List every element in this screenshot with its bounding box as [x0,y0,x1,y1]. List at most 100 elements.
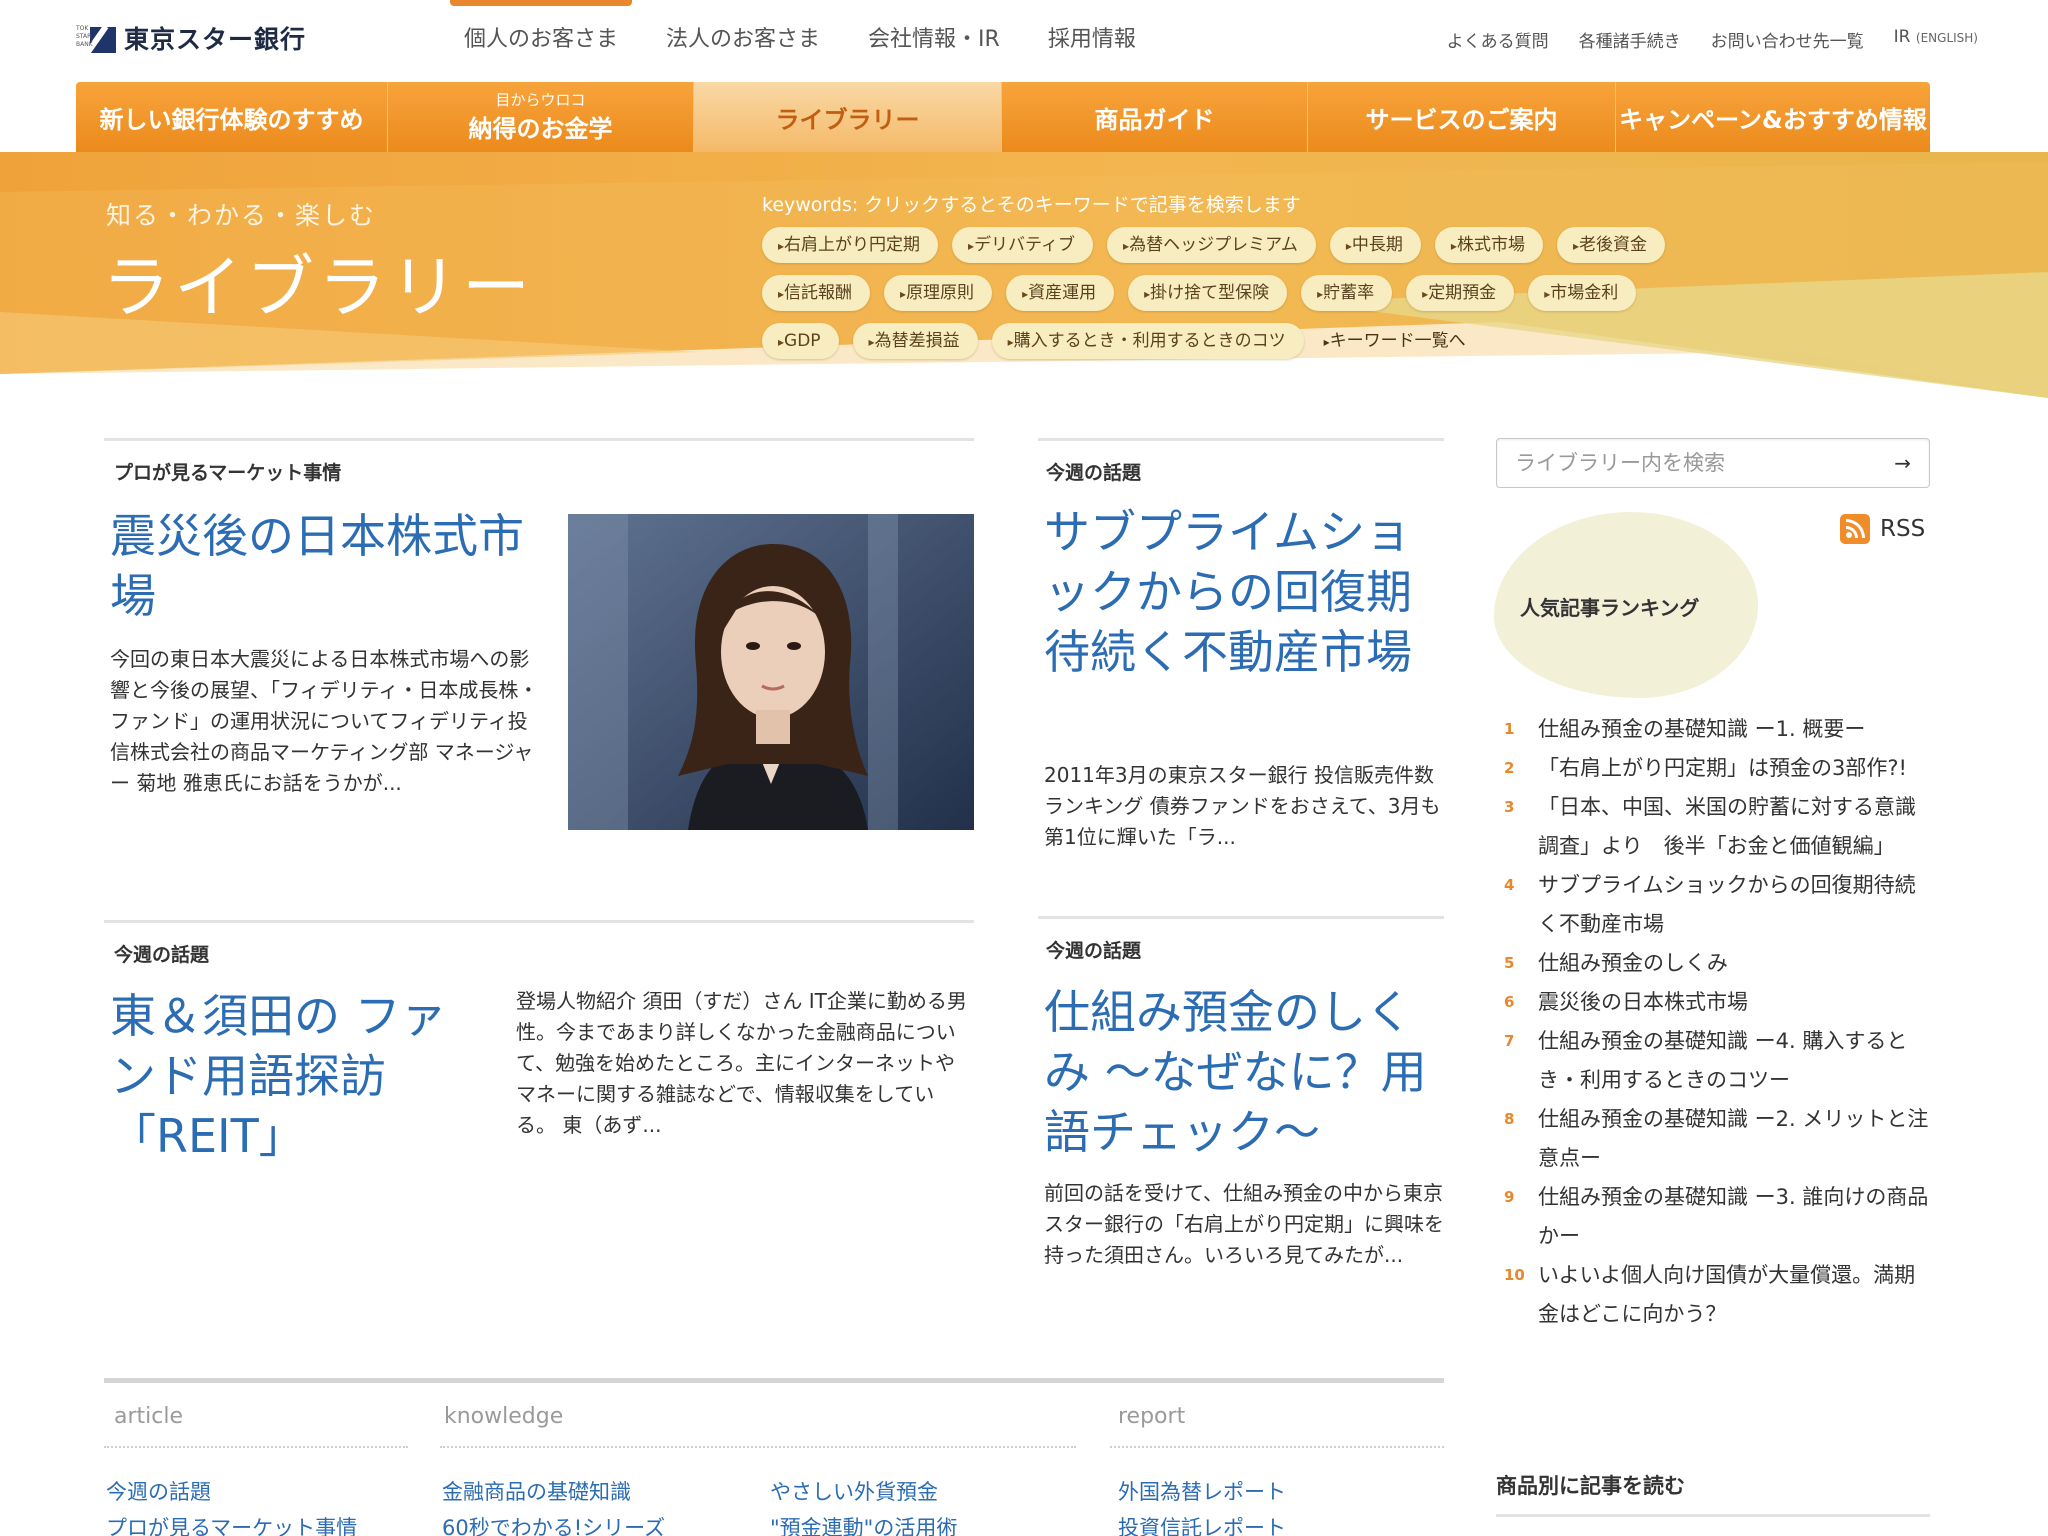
ranking-link[interactable]: 「右肩上がり円定期」は預金の3部作?! [1538,749,1930,788]
main-nav-library[interactable]: ライブラリー [694,82,1002,152]
brand-logo[interactable]: TOK STAR BANK 東京スター銀行 [76,20,307,60]
faq-link[interactable]: よくある質問 [1447,27,1549,52]
keyword-chip[interactable]: デリバティブ [952,227,1094,263]
procedures-link[interactable]: 各種諸手続き [1579,27,1681,52]
rss-icon [1840,514,1870,544]
ranking-item[interactable]: 4 サブプライムショックからの回復期待続く不動産市場 [1500,866,1930,944]
ranking-item[interactable]: 8 仕組み預金の基礎知識 ー2. メリットと注意点ー [1500,1100,1930,1178]
article-1-section[interactable]: プロが見るマーケット事情 [114,458,341,485]
ranking-item[interactable]: 10 いよいよ個人向け国債が大量償還。満期金はどこに向かう？ [1500,1256,1930,1334]
keyword-chip[interactable]: 中長期 [1329,227,1421,263]
footer-link[interactable]: "預金連動"の活用術 [770,1512,957,1536]
main-nav-label: キャンペーン&おすすめ情報 [1619,105,1927,134]
keyword-row-3: GDP 為替差損益 購入するとき・利用するときのコツ キーワード一覧へ [762,323,1466,359]
main-nav-product-guide[interactable]: 商品ガイド [1002,82,1308,152]
article-3-excerpt: 登場人物紹介 須田（すだ）さん IT企業に勤める男性。今まであまり詳しくなかった… [516,989,967,1137]
ranking-link[interactable]: 「日本、中国、米国の貯蓄に対する意識調査」より 後半「お金と価値観編」 [1538,788,1930,866]
keyword-list-link[interactable]: キーワード一覧へ [1318,323,1466,359]
article-3-section[interactable]: 今週の話題 [114,940,209,967]
ranking-link[interactable]: 震災後の日本株式市場 [1538,983,1930,1022]
main-nav-campaigns[interactable]: キャンペーン&おすすめ情報 [1616,82,1930,152]
portrait-image [568,514,974,830]
keyword-chip[interactable]: 老後資金 [1556,227,1665,263]
ranking-link[interactable]: 仕組み預金の基礎知識 ー3. 誰向けの商品かー [1538,1178,1930,1256]
footer-dotted-rule [1110,1446,1444,1448]
global-nav-corporate[interactable]: 法人のお客さま [642,0,844,78]
article-2-title[interactable]: サブプライムショックからの回復期待続く不動産市場 [1044,502,1440,682]
main-nav-label: 納得のお金学 [468,114,613,143]
footer-link[interactable]: 金融商品の基礎知識 [442,1476,631,1506]
ranking-item[interactable]: 2 「右肩上がり円定期」は預金の3部作?! [1500,749,1930,788]
library-search-input[interactable] [1515,439,1875,487]
keyword-chip[interactable]: 掛け捨て型保険 [1128,275,1288,311]
ranking-item[interactable]: 5 仕組み預金のしくみ [1500,944,1930,983]
footer-link[interactable]: 外国為替レポート [1118,1476,1286,1506]
keyword-chip[interactable]: 為替ヘッジプレミアム [1107,227,1316,263]
keyword-chip[interactable]: GDP [762,323,839,359]
ranking-item[interactable]: 1 仕組み預金の基礎知識 ー1. 概要ー [1500,710,1930,749]
article-3-title[interactable]: 東＆須田の ファンド用語探訪「REIT」 [110,986,490,1166]
article-1-title[interactable]: 震災後の日本株式市場 [110,506,556,626]
main-nav-services[interactable]: サービスのご案内 [1308,82,1616,152]
search-submit-arrow-icon[interactable]: → [1894,451,1911,475]
ranking-link[interactable]: 仕組み預金のしくみ [1538,944,1930,983]
article-4-title[interactable]: 仕組み預金のしくみ ～なぜなに？用語チェック～ [1044,982,1444,1162]
ranking-number: 10 [1504,1266,1525,1284]
global-nav-recruit[interactable]: 採用情報 [1024,0,1160,78]
brand-name: 東京スター銀行 [124,25,307,54]
article-4-section[interactable]: 今週の話題 [1046,936,1141,963]
ranking-item[interactable]: 7 仕組み預金の基礎知識 ー4. 購入するとき・利用するときのコツー [1500,1022,1930,1100]
keyword-row-2: 信託報酬 原理原則 資産運用 掛け捨て型保険 貯蓄率 定期預金 市場金利 [762,275,1637,311]
main-nav: 新しい銀行体験のすすめ 目からウロコ 納得のお金学 ライブラリー 商品ガイド サ… [76,82,1930,152]
ranking-number: 5 [1504,954,1515,972]
ranking-item[interactable]: 6 震災後の日本株式市場 [1500,983,1930,1022]
global-nav-company-ir[interactable]: 会社情報・IR [844,0,1024,78]
keyword-chip[interactable]: 定期預金 [1406,275,1515,311]
by-category-divider [1496,1514,1930,1517]
footer-link[interactable]: 今週の話題 [106,1476,211,1506]
keyword-chip[interactable]: 右肩上がり円定期 [762,227,939,263]
keyword-chip[interactable]: 原理原則 [884,275,993,311]
ranking-title: 人気記事ランキング [1520,596,1700,620]
keyword-chip[interactable]: 資産運用 [1006,275,1115,311]
keywords-caption: keywords: クリックするとそのキーワードで記事を検索します [762,194,1301,216]
footer-link[interactable]: プロが見るマーケット事情 [106,1512,357,1536]
main-nav-new-banking[interactable]: 新しい銀行体験のすすめ [76,82,388,152]
footer-link[interactable]: 60秒でわかる!シリーズ [442,1512,665,1536]
section-divider [1038,438,1444,441]
ir-label: IR [1893,27,1911,47]
article-2-section[interactable]: 今週の話題 [1046,458,1141,485]
footer-link[interactable]: 投資信託レポート [1118,1512,1286,1536]
ranking-link[interactable]: 仕組み預金の基礎知識 ー2. メリットと注意点ー [1538,1100,1930,1178]
ranking-item[interactable]: 3 「日本、中国、米国の貯蓄に対する意識調査」より 後半「お金と価値観編」 [1500,788,1930,866]
ranking-link[interactable]: いよいよ個人向け国債が大量償還。満期金はどこに向かう？ [1538,1256,1930,1334]
ranking-list: 1 仕組み預金の基礎知識 ー1. 概要ー 2 「右肩上がり円定期」は預金の3部作… [1500,710,1930,1334]
global-nav: 個人のお客さま 法人のお客さま 会社情報・IR 採用情報 [440,0,1160,78]
keyword-chip[interactable]: 株式市場 [1434,227,1543,263]
contacts-link[interactable]: お問い合わせ先一覧 [1711,27,1864,52]
keyword-chip[interactable]: 購入するとき・利用するときのコツ [991,323,1304,359]
main-nav-money-study[interactable]: 目からウロコ 納得のお金学 [388,82,694,152]
ranking-link[interactable]: 仕組み預金の基礎知識 ー4. 購入するとき・利用するときのコツー [1538,1022,1930,1100]
hero-subtitle: 知る・わかる・楽しむ [106,201,377,230]
keyword-chip[interactable]: 信託報酬 [762,275,871,311]
keyword-chip[interactable]: 貯蓄率 [1301,275,1393,311]
rss-link[interactable]: RSS [1840,514,1925,544]
ir-english-link[interactable]: IR (ENGLISH) [1894,27,1978,52]
global-nav-individual[interactable]: 個人のお客さま [440,0,642,78]
utility-nav: よくある質問 各種諸手続き お問い合わせ先一覧 IR (ENGLISH) [1447,27,1978,52]
ranking-item[interactable]: 9 仕組み預金の基礎知識 ー3. 誰向けの商品かー [1500,1178,1930,1256]
interviewee-photo[interactable] [568,514,974,830]
hero-title: ライブラリー [102,249,535,328]
ranking-link[interactable]: 仕組み預金の基礎知識 ー1. 概要ー [1538,710,1930,749]
footer-heading-knowledge: knowledge [444,1404,564,1429]
footer-heading-article: article [114,1404,184,1429]
footer-link[interactable]: やさしい外貨預金 [770,1476,938,1506]
ranking-link[interactable]: サブプライムショックからの回復期待続く不動産市場 [1538,866,1930,944]
article-4-excerpt: 前回の話を受けて、仕組み預金の中から東京スター銀行の「右肩上がり円定期」に興味を… [1044,1181,1444,1267]
keyword-chip[interactable]: 市場金利 [1528,275,1637,311]
main-nav-label: ライブラリー [775,105,920,134]
footer-dotted-rule [440,1446,1076,1448]
keyword-chip[interactable]: 為替差損益 [852,323,978,359]
logo-mark-icon: TOK STAR BANK [76,21,118,60]
